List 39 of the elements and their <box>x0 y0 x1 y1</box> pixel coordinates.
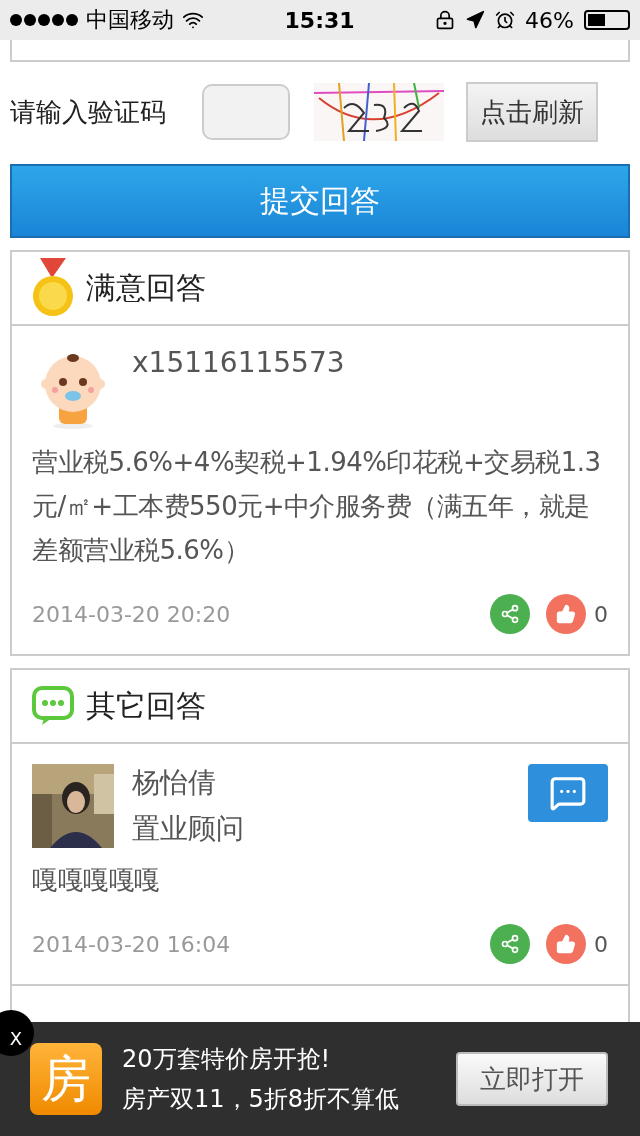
carrier-name: 中国移动 <box>86 6 174 34</box>
user-name: 杨怡倩 <box>132 765 217 801</box>
share-button[interactable] <box>490 594 530 634</box>
open-button[interactable]: 立即打开 <box>456 1052 608 1106</box>
answer-text: 嘎嘎嘎嘎嘎 <box>32 864 161 897</box>
answer-text: 营业税5.6%+4%契税+1.94%印花税+交易税1.3元/㎡+工本费550元+中介服务费（满五年，就是差额营业税5.6%） <box>32 446 602 567</box>
share-icon <box>500 604 520 624</box>
close-button[interactable]: X <box>0 1010 34 1056</box>
captcha-field[interactable] <box>202 84 290 140</box>
section-title: 其它回答 <box>86 686 206 725</box>
thumbs-up-icon <box>556 934 576 954</box>
location-icon <box>465 10 486 30</box>
chat-bubble-icon <box>549 774 587 812</box>
share-icon <box>500 934 520 954</box>
section-title: 满意回答 <box>86 268 206 307</box>
like-button[interactable] <box>546 594 586 634</box>
ad-subtitle: 房产双11，5折8折不算低 <box>122 1084 401 1115</box>
answer-time: 2014-03-20 20:20 <box>32 601 232 627</box>
alarm-icon <box>495 10 516 30</box>
like-button[interactable] <box>546 924 586 964</box>
chat-icon <box>32 686 74 726</box>
battery-percent: 46% <box>525 7 574 33</box>
refresh-button[interactable]: 点击刷新 <box>466 82 598 142</box>
app-logo: 房 <box>30 1043 102 1115</box>
message-button[interactable] <box>528 764 608 822</box>
clock-time: 15:31 <box>283 7 356 33</box>
share-button[interactable] <box>490 924 530 964</box>
like-count: 0 <box>594 931 608 957</box>
captcha-label: 请输入验证码 <box>10 95 167 129</box>
user-name: x15116115573 <box>132 346 346 379</box>
medal-icon <box>32 258 74 318</box>
answer-time: 2014-03-20 16:04 <box>32 931 232 957</box>
text-area[interactable] <box>10 40 630 62</box>
like-count: 0 <box>594 601 608 627</box>
user-role: 置业顾问 <box>132 811 245 847</box>
ad-title: 20万套特价房开抢! <box>122 1044 332 1075</box>
signal-icon <box>10 14 78 26</box>
battery-icon <box>584 10 630 30</box>
thumbs-up-icon <box>556 604 576 624</box>
